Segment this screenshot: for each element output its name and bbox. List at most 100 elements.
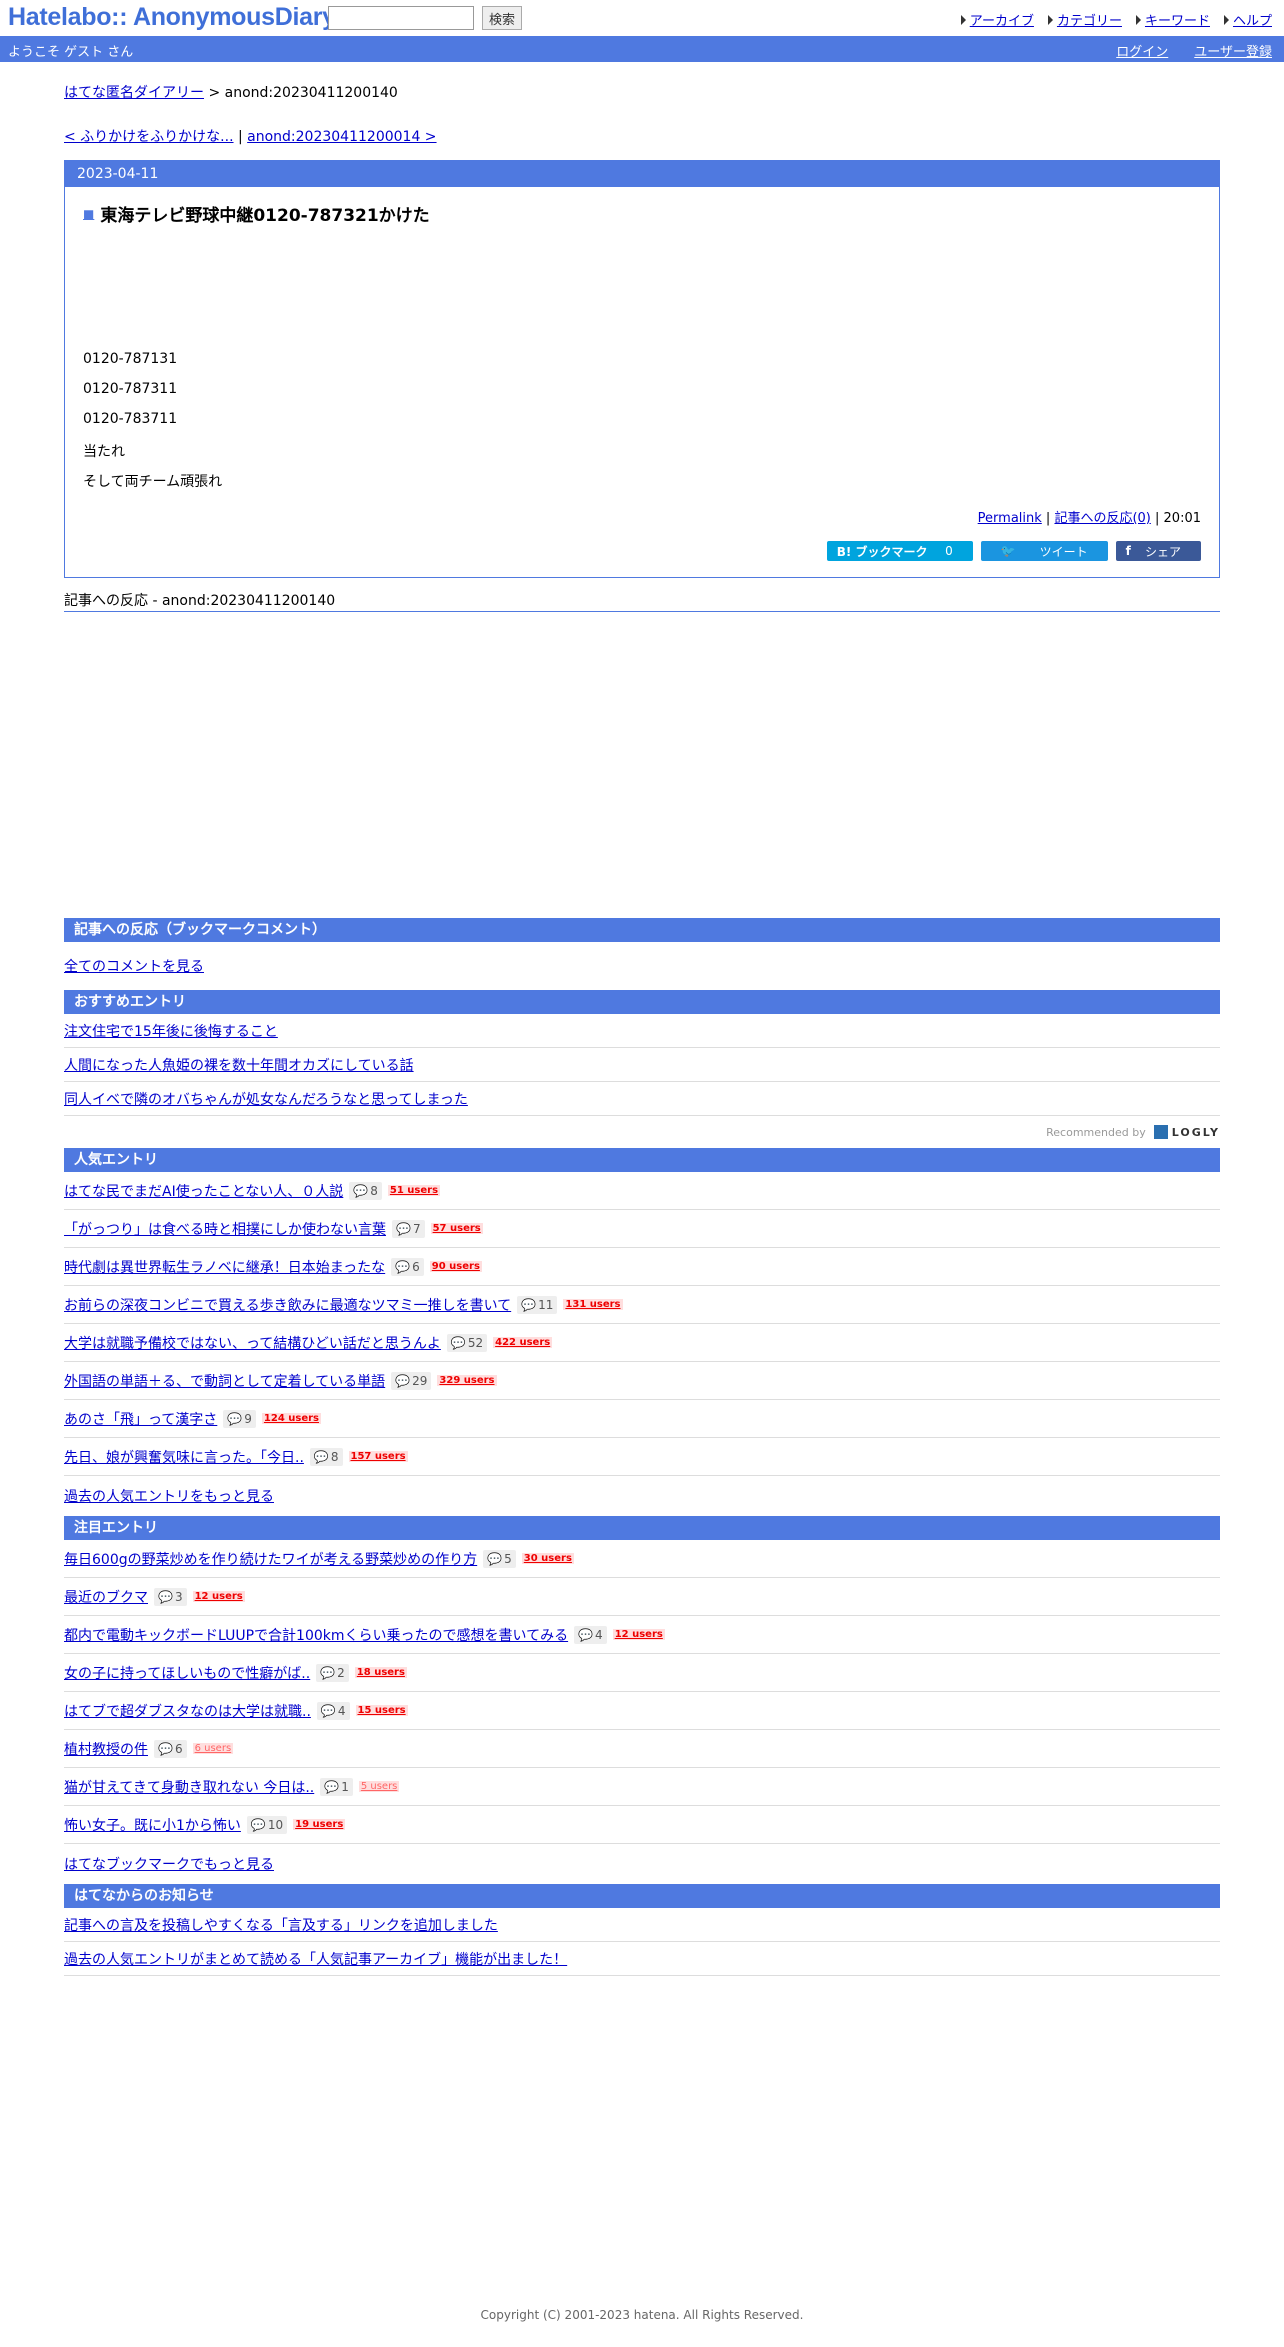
users-badge[interactable]: 51 users bbox=[387, 1185, 441, 1196]
tweet-button[interactable]: 🐦 ツイート bbox=[980, 541, 1108, 561]
users-badge[interactable]: 12 users bbox=[612, 1629, 665, 1640]
list-item: はてな民でまだAI使ったことない人、０人説 💬 8 51 users bbox=[64, 1172, 1220, 1210]
comment-count[interactable]: 💬 4 bbox=[574, 1625, 607, 1644]
popular-link[interactable]: あのさ「飛」って漢字さ bbox=[64, 1409, 217, 1429]
comment-count[interactable]: 💬 1 bbox=[320, 1777, 353, 1796]
reactions-link[interactable]: 記事への反応(0) bbox=[1054, 511, 1150, 526]
hot-link[interactable]: 毎日600gの野菜炒めを作り続けたワイが考える野菜炒めの作り方 bbox=[64, 1549, 477, 1569]
entry-footer: Permalink | 記事への反応(0) | 20:01 bbox=[977, 511, 1201, 526]
users-badge[interactable]: 157 users bbox=[348, 1451, 408, 1462]
entry-line: 0120-787131 bbox=[83, 351, 178, 367]
comment-count[interactable]: 💬 52 bbox=[446, 1333, 488, 1352]
popular-link[interactable]: お前らの深夜コンビニで買える歩き飲みに最適なツマミ一推しを書いて bbox=[64, 1295, 511, 1315]
site-logo[interactable]: Hatelabo:: AnonymousDiary bbox=[8, 3, 336, 32]
list-item: 女の子に持ってほしいもので性癖がば.. 💬 2 18 users bbox=[64, 1654, 1220, 1692]
users-badge[interactable]: 30 users bbox=[521, 1553, 574, 1564]
users-badge[interactable]: 12 users bbox=[192, 1591, 245, 1602]
comment-count[interactable]: 💬 11 bbox=[517, 1295, 558, 1314]
comment-count[interactable]: 💬 8 bbox=[309, 1447, 343, 1466]
recommend-link[interactable]: 注文住宅で15年後に後悔すること bbox=[64, 1021, 278, 1041]
hot-more-link[interactable]: はてなブックマークでもっと見る bbox=[64, 1854, 274, 1874]
news-link[interactable]: 記事への言及を投稿しやすくなる「言及する」リンクを追加しました bbox=[64, 1915, 498, 1935]
register-link[interactable]: ユーザー登録 bbox=[1194, 41, 1272, 60]
users-badge[interactable]: 19 users bbox=[293, 1819, 346, 1830]
popular-link[interactable]: 外国語の単語＋る、で動詞として定着している単語 bbox=[64, 1371, 385, 1391]
all-comments-row: 全てのコメントを見る bbox=[64, 942, 1220, 990]
comment-count[interactable]: 💬 9 bbox=[223, 1409, 256, 1428]
login-link[interactable]: ログイン bbox=[1116, 41, 1168, 60]
all-comments-link[interactable]: 全てのコメントを見る bbox=[64, 956, 204, 976]
comment-count[interactable]: 💬 29 bbox=[391, 1371, 432, 1390]
entry-day: 2023-04-11 ■ 東海テレビ野球中継0120-787321かけた 012… bbox=[64, 160, 1220, 578]
comment-count[interactable]: 💬 6 bbox=[391, 1257, 424, 1276]
comment-count[interactable]: 💬 3 bbox=[154, 1587, 187, 1606]
popular-link[interactable]: はてな民でまだAI使ったことない人、０人説 bbox=[64, 1181, 343, 1201]
users-badge[interactable]: 15 users bbox=[355, 1705, 408, 1716]
hot-header: 注目エントリ bbox=[64, 1516, 1220, 1540]
nav-category[interactable]: カテゴリー bbox=[1047, 10, 1122, 29]
square-icon[interactable]: ■ bbox=[83, 207, 94, 221]
recommend-link[interactable]: 同人イベで隣のオバちゃんが処女なんだろうなと思ってしまった bbox=[64, 1089, 468, 1109]
comment-count[interactable]: 💬 8 bbox=[349, 1181, 382, 1200]
hot-link[interactable]: はてブで超ダブスタなのは大学は就職.. bbox=[64, 1701, 311, 1721]
header: Hatelabo:: AnonymousDiary 検索 アーカイブ カテゴリー… bbox=[0, 0, 1284, 36]
comment-count[interactable]: 💬 4 bbox=[316, 1701, 350, 1720]
list-item: お前らの深夜コンビニで買える歩き飲みに最適なツマミ一推しを書いて 💬 11 131 u… bbox=[64, 1286, 1220, 1324]
users-badge[interactable]: 5 users bbox=[358, 1781, 400, 1792]
comment-count[interactable]: 💬 7 bbox=[392, 1219, 425, 1238]
users-badge[interactable]: 6 users bbox=[192, 1743, 234, 1754]
users-badge[interactable]: 422 users bbox=[493, 1337, 553, 1348]
nav-keyword[interactable]: キーワード bbox=[1135, 10, 1210, 29]
users-badge[interactable]: 124 users bbox=[261, 1413, 321, 1424]
reaction-title: 記事への反応 - anond:20230411200140 bbox=[64, 590, 1220, 612]
comment-icon: 💬 bbox=[395, 1373, 411, 1388]
popular-link[interactable]: 「がっつり」は食べる時と相撲にしか使わない言葉 bbox=[64, 1219, 386, 1239]
nav-archive[interactable]: アーカイブ bbox=[960, 10, 1034, 29]
hot-link[interactable]: 怖い女子。既に小1から怖い bbox=[64, 1815, 241, 1835]
facebook-share-button[interactable]: f シェア bbox=[1115, 541, 1201, 561]
facebook-icon: f bbox=[1125, 544, 1135, 558]
hot-link[interactable]: 女の子に持ってほしいもので性癖がば.. bbox=[64, 1663, 310, 1683]
users-badge[interactable]: 18 users bbox=[354, 1667, 407, 1678]
arrow-icon bbox=[960, 14, 966, 25]
comment-count[interactable]: 💬 10 bbox=[246, 1815, 288, 1834]
hot-link[interactable]: 植村教授の件 bbox=[64, 1739, 148, 1759]
breadcrumb-home[interactable]: はてな匿名ダイアリー bbox=[64, 85, 204, 101]
comment-count[interactable]: 💬 6 bbox=[154, 1739, 187, 1758]
search-button[interactable]: 検索 bbox=[482, 6, 522, 30]
users-badge[interactable]: 329 users bbox=[437, 1375, 497, 1386]
list-item: 最近のブクマ 💬 3 12 users bbox=[64, 1578, 1220, 1616]
ad-space bbox=[64, 612, 1220, 918]
list-item: 大学は就職予備校ではない、って結構ひどい話だと思うんよ 💬 52 422 users bbox=[64, 1324, 1220, 1362]
entry-title: ■ 東海テレビ野球中継0120-787321かけた bbox=[83, 206, 430, 226]
next-entry-link[interactable]: anond:20230411200014 > bbox=[247, 129, 436, 145]
permalink-link[interactable]: Permalink bbox=[978, 511, 1042, 526]
search-input[interactable] bbox=[328, 6, 474, 30]
hot-link[interactable]: 都内で電動キックボードLUUPで合計100kmくらい乗ったので感想を書いてみる bbox=[64, 1625, 568, 1645]
bookmark-button[interactable]: B! ブックマーク 0 bbox=[826, 541, 973, 561]
users-badge[interactable]: 90 users bbox=[429, 1261, 482, 1272]
comment-count[interactable]: 💬 5 bbox=[483, 1549, 516, 1568]
popular-link[interactable]: 大学は就職予備校ではない、って結構ひどい話だと思うんよ bbox=[64, 1333, 441, 1353]
comment-icon: 💬 bbox=[487, 1551, 503, 1566]
nav-help[interactable]: ヘルプ bbox=[1223, 10, 1272, 29]
comment-icon: 💬 bbox=[250, 1817, 266, 1832]
logly-logo[interactable]: LOGLY bbox=[1153, 1125, 1220, 1139]
news-link[interactable]: 過去の人気エントリがまとめて読める「人気記事アーカイブ」機能が出ました！ bbox=[64, 1949, 567, 1969]
prev-entry-link[interactable]: < ふりかけをふりかけな... bbox=[64, 129, 234, 145]
hot-link[interactable]: 最近のブクマ bbox=[64, 1587, 148, 1607]
comment-icon: 💬 bbox=[578, 1627, 594, 1642]
list-item: 都内で電動キックボードLUUPで合計100kmくらい乗ったので感想を書いてみる 💬… bbox=[64, 1616, 1220, 1654]
users-badge[interactable]: 131 users bbox=[563, 1299, 623, 1310]
users-badge[interactable]: 57 users bbox=[430, 1223, 483, 1234]
comment-icon: 💬 bbox=[521, 1297, 537, 1312]
arrow-icon bbox=[1223, 14, 1229, 25]
entry-line: 当たれ bbox=[83, 444, 125, 460]
comment-count[interactable]: 💬 2 bbox=[316, 1663, 349, 1682]
popular-link[interactable]: 先日、娘が興奮気味に言った。「今日.. bbox=[64, 1447, 304, 1467]
recommend-link[interactable]: 人間になった人魚姫の裸を数十年間オカズにしている話 bbox=[64, 1055, 414, 1075]
hot-link[interactable]: 猫が甘えてきて身動き取れない 今日は.. bbox=[64, 1777, 314, 1797]
popular-more-link[interactable]: 過去の人気エントリをもっと見る bbox=[64, 1486, 274, 1506]
hot-more-row: はてなブックマークでもっと見る bbox=[64, 1844, 1220, 1884]
popular-link[interactable]: 時代劇は異世界転生ラノベに継承！日本始まったな bbox=[64, 1257, 385, 1277]
